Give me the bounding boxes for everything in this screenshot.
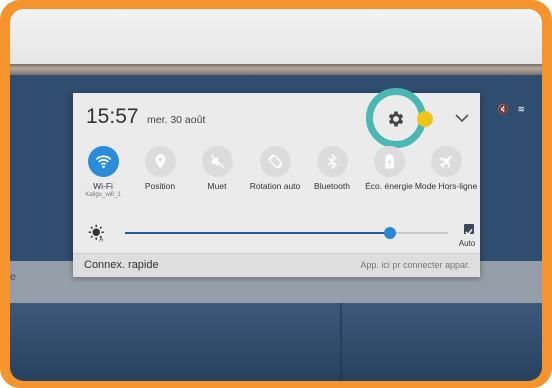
chevron-down-icon[interactable] <box>455 113 469 123</box>
toggle-label: Position <box>144 181 176 191</box>
tablet-bezel <box>10 64 542 75</box>
mute-toggle-circle[interactable] <box>201 146 233 177</box>
mute-icon <box>210 154 224 169</box>
orange-frame: 🔇 ≋ e 15:57 mer. 30 août Wi-Fi Kaligo_wi… <box>0 0 552 388</box>
toggle-mute[interactable]: Muet <box>185 146 249 191</box>
battery-icon <box>384 154 394 169</box>
airplane-icon <box>438 155 452 169</box>
quick-settings-panel: 15:57 mer. 30 août Wi-Fi Kaligo_wifi_1 P… <box>71 88 480 277</box>
toggle-bluetooth[interactable]: Bluetooth <box>300 146 364 191</box>
eco-energy-toggle-circle[interactable] <box>373 146 405 177</box>
wifi-network-name: Kaligo_wifi_1 <box>85 192 121 198</box>
quick-connect-label[interactable]: Connex. rapide <box>84 259 159 271</box>
toggle-label: Mode Hors-ligne <box>414 181 478 191</box>
toggle-label: Muet <box>207 181 227 191</box>
location-icon <box>155 154 165 169</box>
quick-connect-bar[interactable]: Connex. rapide App. ici pr connecter app… <box>73 253 480 277</box>
background-text-fragment: e <box>10 271 17 283</box>
wifi-icon <box>95 155 111 169</box>
quick-connect-hint: App. ici pr connecter appar. <box>360 260 470 270</box>
bluetooth-toggle-circle[interactable] <box>316 146 348 177</box>
toggle-airplane-mode[interactable]: Mode Hors-ligne <box>414 146 478 191</box>
brightness-fill <box>125 232 390 234</box>
checkmark-icon <box>465 229 473 236</box>
brightness-thumb[interactable] <box>383 227 396 239</box>
brightness-icon: A <box>88 224 104 242</box>
position-toggle-circle[interactable] <box>144 146 176 177</box>
clock-time: 15:57 <box>86 105 139 128</box>
bluetooth-icon <box>327 153 337 170</box>
svg-text:A: A <box>99 237 103 242</box>
wifi-toggle-circle[interactable] <box>87 146 119 177</box>
background-lower <box>10 303 542 381</box>
profile-icon[interactable] <box>417 111 433 127</box>
toggle-rotation[interactable]: Rotation auto <box>243 146 307 191</box>
toggle-label: Rotation auto <box>249 181 301 191</box>
auto-brightness-checkbox[interactable] <box>464 224 474 236</box>
tablet-top-edge <box>10 9 542 64</box>
clock-date: mer. 30 août <box>147 114 206 126</box>
auto-brightness-label: Auto <box>458 239 476 248</box>
photo-area: 🔇 ≋ e 15:57 mer. 30 août Wi-Fi Kaligo_wi… <box>10 9 542 381</box>
airplane-toggle-circle[interactable] <box>430 146 462 177</box>
toggle-position[interactable]: Position <box>128 146 192 191</box>
status-bar-icons: 🔇 ≋ <box>497 104 528 114</box>
toggle-label: Éco. énergie <box>365 181 413 191</box>
toggle-label: Wi-Fi <box>93 181 113 191</box>
toggle-wifi[interactable]: Wi-Fi Kaligo_wifi_1 <box>71 146 135 199</box>
toggle-label: Bluetooth <box>314 181 350 191</box>
toggle-eco-energy[interactable]: Éco. énergie <box>357 146 421 191</box>
rotation-toggle-circle[interactable] <box>259 146 291 177</box>
background-fold <box>340 303 342 381</box>
rotation-icon <box>268 154 282 169</box>
brightness-slider[interactable] <box>125 227 448 239</box>
